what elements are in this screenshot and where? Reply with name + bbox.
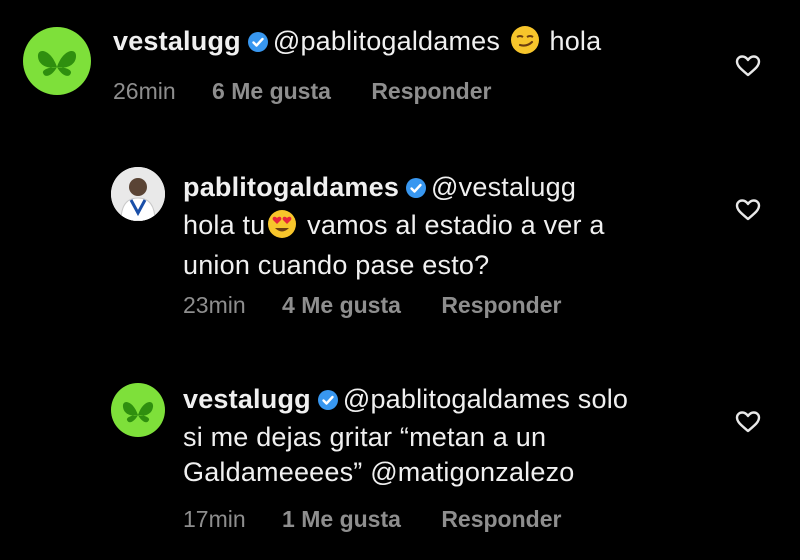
verified-badge-icon [405,173,427,208]
butterfly-logo-icon [37,51,77,76]
comment-text: hola [549,26,602,56]
heart-eyes-emoji-icon [267,209,297,248]
comment-2-meta: 23min 4 Me gusta Responder [183,292,561,319]
comment-3-meta: 17min 1 Me gusta Responder [183,506,561,533]
smirk-emoji-icon [510,25,540,64]
comment-2-body: pablitogaldames @vestalugg hola tu vamos … [183,170,713,283]
likes-count[interactable]: 4 Me gusta [282,292,401,319]
comment-text-line2b: vamos al estadio a ver a [307,210,605,240]
like-heart-icon[interactable] [735,198,761,227]
comment-3-body: vestalugg @pablitogaldames solo si me dej… [183,382,723,490]
mention[interactable]: @vestalugg [431,172,576,202]
avatar-pablitogaldames[interactable] [111,167,165,221]
username[interactable]: pablitogaldames [183,172,399,202]
timestamp: 23min [183,292,246,318]
like-heart-icon[interactable] [735,54,761,83]
like-heart-icon[interactable] [735,410,761,439]
avatar-vestalugg[interactable] [111,383,165,437]
mention[interactable]: @pablitogaldames solo [343,384,628,414]
comment-1-body: vestalugg @pablitogaldames hola [113,24,733,64]
username[interactable]: vestalugg [183,384,311,414]
timestamp: 26min [113,78,176,104]
comment-text-line3: Galdameeees” @matigonzalezo [183,457,575,487]
reply-button[interactable]: Responder [441,506,561,533]
verified-badge-icon [317,385,339,420]
comment-text-line2: si me dejas gritar “metan a un [183,422,547,452]
likes-count[interactable]: 1 Me gusta [282,506,401,533]
profile-photo-icon [111,167,165,221]
avatar-vestalugg[interactable] [23,27,91,95]
timestamp: 17min [183,506,246,532]
verified-badge-icon [247,27,269,62]
comment-text-line2a: hola tu [183,210,266,240]
comment-text-line3: union cuando pase esto? [183,250,490,280]
username[interactable]: vestalugg [113,26,241,56]
butterfly-logo-icon [122,402,154,423]
reply-button[interactable]: Responder [441,292,561,319]
comment-1-meta: 26min 6 Me gusta Responder [113,78,491,105]
mention[interactable]: @pablitogaldames [273,26,500,56]
likes-count[interactable]: 6 Me gusta [212,78,331,105]
reply-button[interactable]: Responder [371,78,491,105]
